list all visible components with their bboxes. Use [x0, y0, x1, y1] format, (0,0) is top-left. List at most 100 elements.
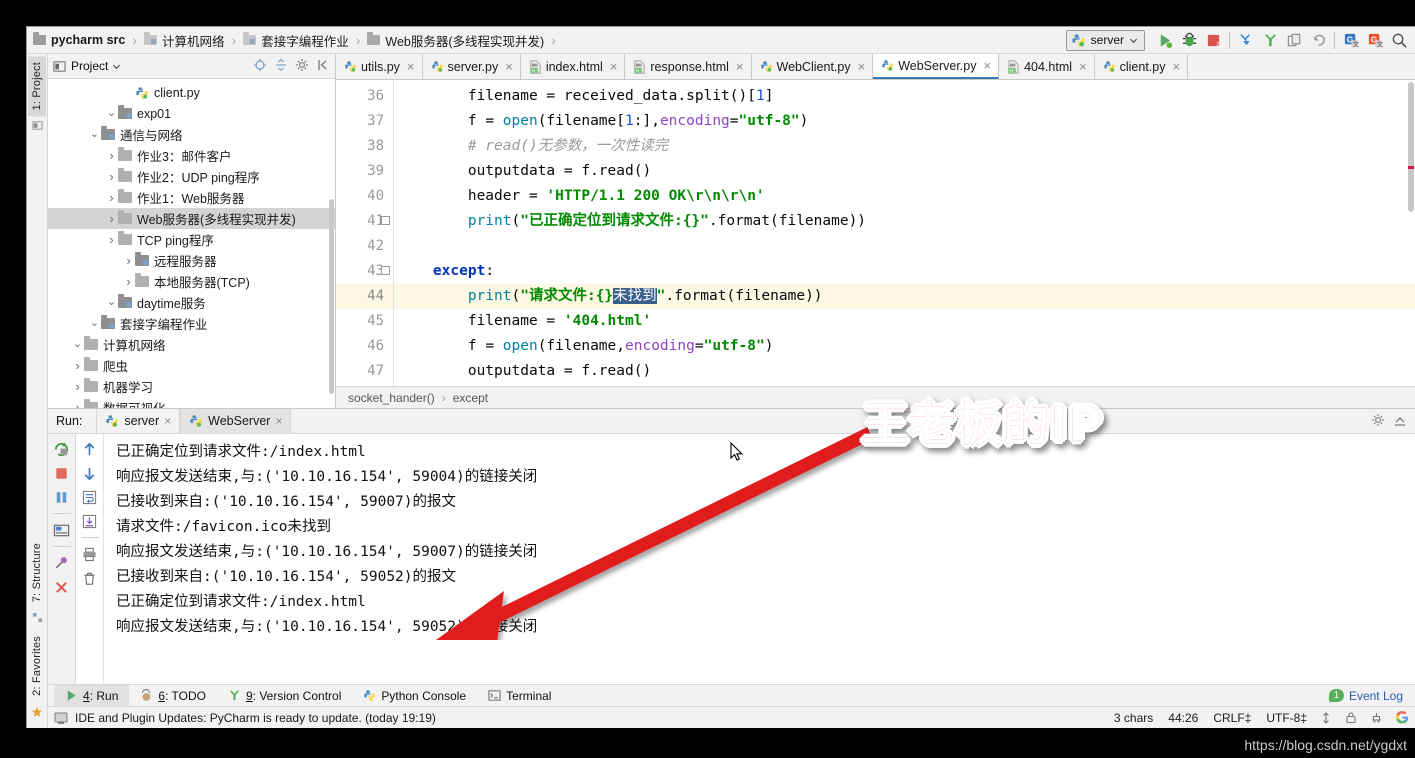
chevron-down-icon[interactable] [112, 62, 121, 71]
line-number[interactable]: 40 [336, 184, 393, 209]
tree-folder-item[interactable]: ⌄ exp01 [48, 103, 335, 124]
chevron-down-icon[interactable]: ⌄ [105, 108, 118, 119]
line-number[interactable]: 45 [336, 309, 393, 334]
gear-icon[interactable] [1371, 413, 1385, 430]
bottom-tab-run[interactable]: 4: Run [54, 684, 130, 707]
editor-tab-response-html[interactable]: Hresponse.html × [625, 54, 752, 79]
editor-tab-WebServer-py[interactable]: WebServer.py × [873, 54, 1000, 79]
fold-marker-icon[interactable] [381, 266, 390, 275]
code-line[interactable]: filename = received_data.split()[1] [394, 84, 1415, 109]
pause-button[interactable] [51, 486, 73, 508]
diff-button[interactable] [1282, 29, 1306, 51]
close-icon[interactable]: × [1172, 59, 1180, 74]
chevron-right-icon[interactable]: › [105, 212, 118, 225]
chevron-right-icon[interactable]: › [105, 170, 118, 183]
code-line[interactable] [394, 234, 1415, 259]
code-line[interactable]: header = 'HTTP/1.1 200 OK\r\n\r\n' [394, 184, 1415, 209]
line-number[interactable]: 36 [336, 84, 393, 109]
status-caret-position[interactable]: 44:26 [1168, 711, 1198, 725]
close-icon[interactable]: × [736, 59, 744, 74]
close-icon[interactable]: × [610, 59, 618, 74]
editor-tab-utils-py[interactable]: utils.py × [336, 54, 423, 79]
chevron-down-icon[interactable]: ⌄ [71, 339, 84, 350]
code-content[interactable]: filename = received_data.split()[1] f = … [394, 80, 1415, 386]
tree-folder-item[interactable]: › 爬虫 [48, 355, 335, 376]
fold-marker-icon[interactable] [381, 216, 390, 225]
close-icon[interactable]: × [275, 414, 282, 428]
status-encoding[interactable]: UTF-8‡ [1266, 711, 1307, 725]
lock-icon[interactable] [1345, 711, 1357, 724]
bottom-tab-terminal[interactable]: Terminal [477, 685, 562, 707]
tree-folder-item[interactable]: › 远程服务器 [48, 250, 335, 271]
bottom-tab-python-console[interactable]: Python Console [352, 685, 477, 707]
indent-icon[interactable] [1320, 711, 1332, 724]
soft-wrap-button[interactable] [79, 486, 101, 508]
project-tree[interactable]: client.py ⌄ exp01 ⌄ 通信与网络 › 作业3：邮件客户 › 作业2：UDP p… [48, 79, 335, 408]
editor-tab-server-py[interactable]: server.py × [422, 54, 521, 79]
tree-folder-item[interactable]: › 作业1：Web服务器 [48, 187, 335, 208]
rerun-button[interactable] [51, 438, 73, 460]
breadcrumb-item-2[interactable]: 套接字编程作业 [243, 31, 349, 50]
rail-tab-favorites[interactable]: 2: Favorites [28, 630, 46, 702]
line-number[interactable]: 44 [336, 284, 393, 309]
code-line[interactable]: outputdata = f.read() [394, 159, 1415, 184]
chevron-right-icon[interactable]: › [71, 380, 84, 393]
line-number[interactable]: 38 [336, 134, 393, 159]
tree-folder-item[interactable]: › TCP ping程序 [48, 229, 335, 250]
chevron-right-icon[interactable]: › [105, 233, 118, 246]
print-button[interactable] [79, 543, 101, 565]
chevron-right-icon[interactable]: › [105, 191, 118, 204]
code-line[interactable]: # read()无参数，一次性读完 [394, 134, 1415, 159]
editor-tab-404-html[interactable]: H 404.html × [999, 54, 1095, 79]
chevron-right-icon[interactable]: › [71, 401, 84, 408]
ide-update-icon[interactable] [54, 711, 68, 725]
editor-tab-WebClient-py[interactable]: WebClient.py × [751, 54, 874, 79]
editor-tab-client-py[interactable]: client.py × [1094, 54, 1189, 79]
status-message[interactable]: IDE and Plugin Updates: PyCharm is ready… [75, 711, 436, 725]
chevron-down-icon[interactable]: ⌄ [105, 297, 118, 308]
console-output[interactable]: 已正确定位到请求文件:/index.html 响应报文发送结束,与:('10.10… [104, 434, 1415, 684]
stop-button[interactable] [51, 462, 73, 484]
translate-back-button[interactable]: G 文 [1363, 29, 1387, 51]
tree-folder-item[interactable]: ⌄ 计算机网络 [48, 334, 335, 355]
line-number[interactable]: 39 [336, 159, 393, 184]
editor-scrollbar[interactable] [1408, 82, 1414, 212]
gear-icon[interactable] [295, 58, 309, 75]
scroll-up-button[interactable] [79, 438, 101, 460]
scroll-from-source-button[interactable] [253, 58, 267, 75]
code-line[interactable]: except: [394, 259, 1415, 284]
breadcrumb-item-0[interactable]: pycharm src [33, 32, 125, 47]
run-tab-webserver[interactable]: WebServer × [180, 408, 292, 434]
breadcrumb-item-1[interactable]: 计算机网络 [144, 31, 225, 50]
tree-folder-item[interactable]: › 本地服务器(TCP) [48, 271, 335, 292]
trash-button[interactable] [79, 567, 101, 589]
run-configuration-selector[interactable]: server [1065, 29, 1145, 51]
code-line[interactable]: filename = '404.html' [394, 309, 1415, 334]
debug-button[interactable] [1177, 29, 1201, 51]
tree-folder-item[interactable]: › 作业2：UDP ping程序 [48, 166, 335, 187]
tree-folder-item[interactable]: › 机器学习 [48, 376, 335, 397]
scroll-to-end-button[interactable] [79, 510, 101, 532]
rail-tab-project[interactable]: 1: Project [28, 56, 46, 117]
chevron-right-icon[interactable]: › [122, 275, 135, 288]
chevron-down-icon[interactable]: ⌄ [88, 318, 101, 329]
code-line[interactable]: outputdata = f.read() [394, 359, 1415, 384]
breadcrumb-method[interactable]: socket_hander() [348, 391, 435, 405]
close-icon[interactable]: × [983, 58, 991, 73]
tree-scrollbar[interactable] [329, 199, 334, 394]
search-button[interactable] [1387, 29, 1411, 51]
bottom-tab-version-control[interactable]: 9: Version Control [217, 685, 352, 707]
tree-folder-item[interactable]: › 作业3：邮件客户 [48, 145, 335, 166]
console-view-button[interactable] [51, 519, 73, 541]
clear-all-button[interactable] [51, 576, 73, 598]
line-number-gutter[interactable]: 36 37 38 39 40 41 42 43 44 45 46 47 [336, 80, 394, 386]
status-line-separator[interactable]: CRLF‡ [1213, 711, 1251, 725]
pin-button[interactable] [51, 552, 73, 574]
inspection-icon[interactable] [1370, 711, 1383, 724]
code-editor[interactable]: 36 37 38 39 40 41 42 43 44 45 46 47 filename = rece… [336, 80, 1415, 386]
close-icon[interactable]: × [164, 414, 171, 428]
run-tab-server[interactable]: server × [96, 408, 181, 434]
line-number[interactable]: 37 [336, 109, 393, 134]
tree-folder-item[interactable]: ⌄ daytime服务 [48, 292, 335, 313]
chevron-down-icon[interactable]: ⌄ [88, 129, 101, 140]
